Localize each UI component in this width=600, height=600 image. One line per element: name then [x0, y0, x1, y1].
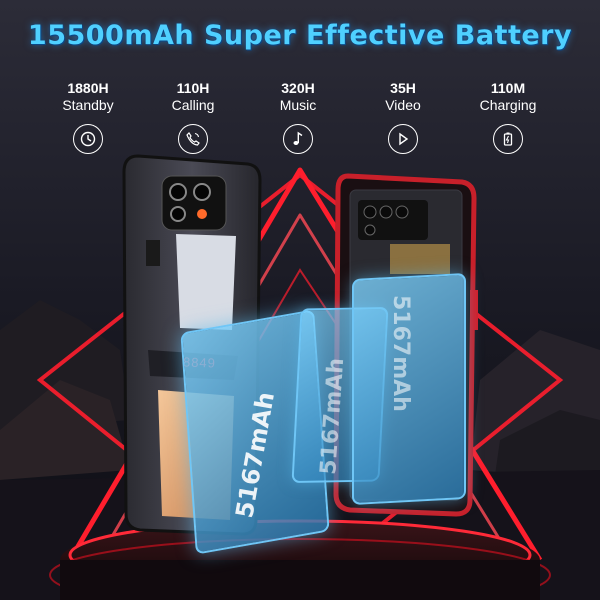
stat-video: 35H Video: [353, 80, 453, 154]
stat-label: Charging: [479, 97, 537, 113]
play-icon: [388, 124, 418, 154]
stat-standby: 1880H Standby: [38, 80, 138, 154]
stat-label: Video: [385, 97, 421, 113]
phone-call-icon: [178, 124, 208, 154]
stat-label: Standby: [62, 97, 114, 113]
stat-label: Calling: [171, 97, 215, 113]
battery-capacity-label-3: 5167mAh: [388, 295, 413, 412]
stat-label: Music: [279, 97, 317, 113]
clock-icon: [73, 124, 103, 154]
headline: 15500mAh Super Effective Battery: [27, 20, 573, 51]
stat-value: 35H: [390, 80, 416, 96]
stat-charging: 110M Charging: [458, 80, 558, 154]
battery-charging-icon: [493, 124, 523, 154]
stat-value: 110M: [490, 80, 526, 96]
battery-stats: 1880H Standby 110H Calling 320H Music 35…: [38, 80, 578, 170]
stat-value: 320H: [281, 80, 315, 96]
product-banner: 8849 5167mAh 5167mAh 5167mAh 15500mAh Su…: [0, 0, 600, 600]
stat-value: 110H: [176, 80, 210, 96]
stat-calling: 110H Calling: [143, 80, 243, 154]
stat-music: 320H Music: [248, 80, 348, 154]
music-note-icon: [283, 124, 313, 154]
stat-value: 1880H: [67, 80, 109, 96]
